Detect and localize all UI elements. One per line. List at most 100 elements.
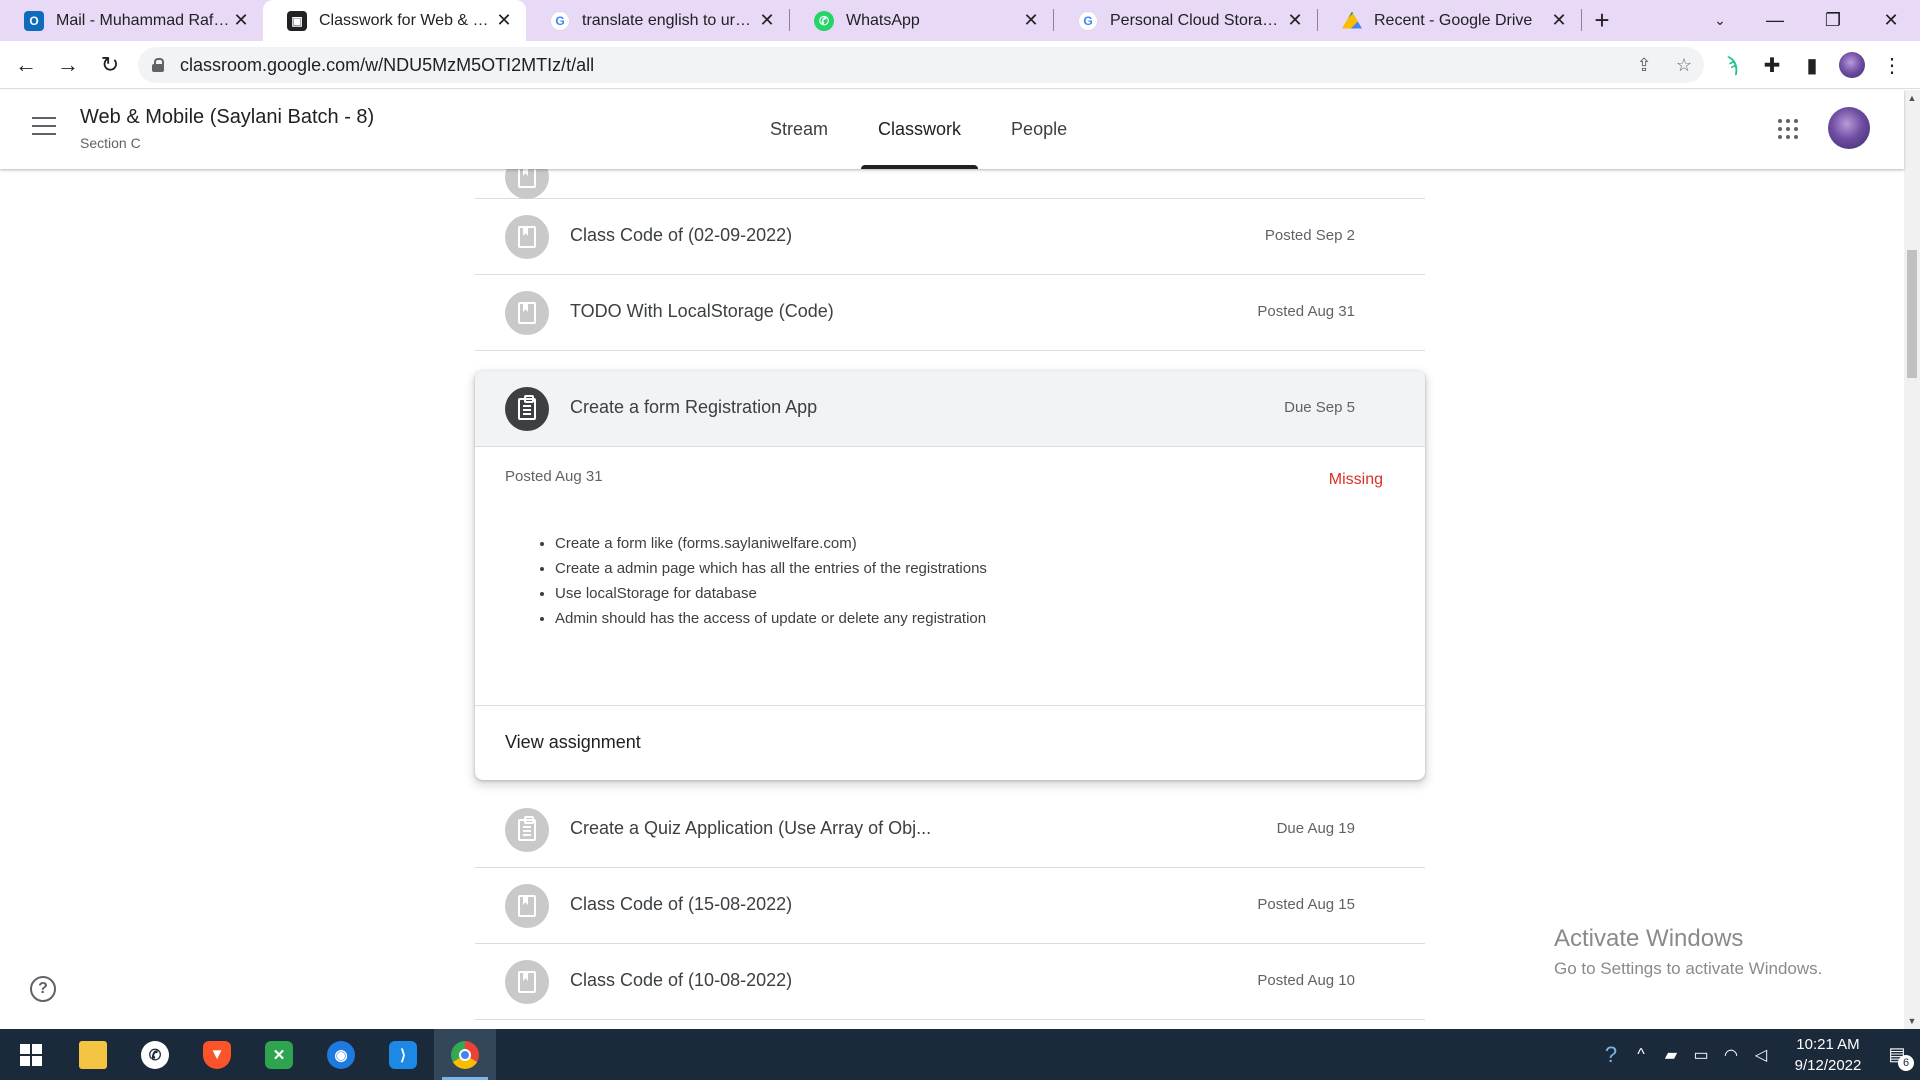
help-icon[interactable]: ?: [30, 976, 56, 1002]
lock-icon[interactable]: [152, 58, 164, 72]
close-tab-icon[interactable]: ✕: [1285, 10, 1305, 31]
course-title[interactable]: Web & Mobile (Saylani Batch - 8): [80, 106, 374, 129]
instruction-item: Create a admin page which has all the en…: [555, 556, 987, 581]
list-item[interactable]: Class Code of (02-09-2022) Posted Sep 2: [475, 199, 1425, 275]
material-icon: [505, 169, 549, 199]
main-menu-icon[interactable]: [32, 117, 56, 135]
url-text[interactable]: classroom.google.com/w/NDU5MzM5OTI2MTIz/…: [180, 55, 1624, 76]
course-section: Section C: [80, 135, 141, 151]
material-icon: [505, 960, 549, 1004]
list-item[interactable]: Class Code of (10-08-2022) Posted Aug 10: [475, 944, 1425, 1020]
help-tray-icon[interactable]: ?: [1596, 1042, 1626, 1068]
item-date: Posted Aug 31: [1257, 303, 1355, 320]
app-tray-icon[interactable]: ▰: [1656, 1045, 1686, 1065]
tab-people[interactable]: People: [986, 90, 1092, 169]
tab-classwork[interactable]: Classwork: [853, 90, 986, 169]
tab-title: translate english to urdu - C: [582, 11, 757, 29]
close-tab-icon[interactable]: ✕: [757, 10, 777, 31]
account-avatar[interactable]: [1828, 107, 1870, 149]
reload-icon[interactable]: ↻: [90, 45, 130, 85]
item-title[interactable]: TODO With LocalStorage (Code): [570, 301, 834, 322]
due-date: Due Sep 5: [1284, 399, 1355, 416]
taskbar-firefox[interactable]: ◉: [310, 1029, 372, 1080]
item-title[interactable]: Class Code of (15-08-2022): [570, 894, 792, 915]
browser-tab-mail[interactable]: O Mail - Muhammad Rafay - C ✕: [0, 0, 263, 41]
list-item[interactable]: Create a Quiz Application (Use Array of …: [475, 792, 1425, 868]
show-hidden-icons-chevron-icon[interactable]: ^: [1626, 1046, 1656, 1064]
item-title[interactable]: Class Code of (10-08-2022): [570, 970, 792, 991]
back-icon[interactable]: ←: [6, 45, 46, 85]
browser-tab-whatsapp[interactable]: ✆ WhatsApp ✕: [790, 0, 1053, 41]
browser-tab-classwork[interactable]: ▣ Classwork for Web & Mobil ✕: [263, 0, 526, 41]
taskbar-brave[interactable]: ▼: [186, 1029, 248, 1080]
item-date: Due Aug 19: [1276, 820, 1355, 837]
clock-time: 10:21 AM: [1796, 1035, 1860, 1053]
browser-tab-cloud-storage[interactable]: G Personal Cloud Storage & F ✕: [1054, 0, 1317, 41]
google-apps-icon[interactable]: [1778, 119, 1798, 139]
view-assignment-link[interactable]: View assignment: [505, 732, 641, 753]
window-controls: — ❐ ✕: [1746, 0, 1920, 41]
firefox-icon: ◉: [327, 1040, 355, 1069]
tab-search-chevron-icon[interactable]: ⌄: [1705, 0, 1735, 41]
scroll-down-icon[interactable]: ▼: [1904, 1013, 1920, 1029]
taskbar-file-explorer[interactable]: [62, 1029, 124, 1080]
side-panel-icon[interactable]: ▮: [1792, 45, 1832, 85]
list-item[interactable]: Class Code of (15-08-2022) Posted Aug 15: [475, 868, 1425, 944]
system-clock[interactable]: 10:21 AM 9/12/2022: [1782, 1034, 1874, 1076]
bookmark-star-icon[interactable]: ☆: [1664, 55, 1704, 76]
taskbar-vscode[interactable]: ⟩: [372, 1029, 434, 1080]
taskbar-whatsapp[interactable]: ✆: [124, 1029, 186, 1080]
material-icon: [505, 291, 549, 335]
tab-stream[interactable]: Stream: [745, 90, 853, 169]
close-tab-icon[interactable]: ✕: [494, 10, 514, 31]
item-date: Posted Aug 15: [1257, 896, 1355, 913]
close-tab-icon[interactable]: ✕: [1549, 10, 1569, 31]
close-tab-icon[interactable]: ✕: [1021, 10, 1041, 31]
list-item[interactable]: [475, 169, 1425, 199]
restore-icon[interactable]: ❐: [1804, 0, 1862, 41]
volume-icon[interactable]: ◁: [1746, 1045, 1776, 1065]
assignment-title[interactable]: Create a form Registration App: [570, 397, 817, 418]
google-icon: G: [1078, 10, 1098, 31]
browser-tab-translate[interactable]: G translate english to urdu - C ✕: [526, 0, 789, 41]
activate-windows-watermark: Activate Windows Go to Settings to activ…: [1554, 925, 1822, 979]
browser-toolbar: ← → ↻ classroom.google.com/w/NDU5MzM5OTI…: [0, 41, 1920, 89]
item-date: Posted Aug 10: [1257, 972, 1355, 989]
forward-icon[interactable]: →: [48, 45, 88, 85]
instruction-item: Create a form like (forms.saylaniwelfare…: [555, 531, 987, 556]
address-bar[interactable]: classroom.google.com/w/NDU5MzM5OTI2MTIz/…: [138, 47, 1704, 83]
close-tab-icon[interactable]: ✕: [231, 10, 251, 31]
wifi-icon[interactable]: ◠: [1716, 1045, 1746, 1065]
profile-avatar[interactable]: [1832, 45, 1872, 85]
assignment-header[interactable]: Create a form Registration App Due Sep 5: [475, 371, 1425, 447]
system-tray: ? ^ ▰ ▭ ◠ ◁ 10:21 AM 9/12/2022 ▤ 6: [1596, 1029, 1920, 1080]
extensions-puzzle-icon[interactable]: ✚: [1752, 45, 1792, 85]
instructions-list: Create a form like (forms.saylaniwelfare…: [555, 531, 987, 631]
share-icon[interactable]: ⇪: [1624, 55, 1664, 76]
brave-icon: ▼: [203, 1040, 231, 1069]
browser-tab-drive[interactable]: Recent - Google Drive ✕: [1318, 0, 1581, 41]
assignment-details: Posted Aug 31 Missing Create a form like…: [475, 447, 1425, 706]
taskbar-chrome[interactable]: [434, 1029, 496, 1080]
new-tab-button[interactable]: +: [1582, 0, 1622, 41]
scroll-up-icon[interactable]: ▲: [1904, 90, 1920, 106]
whatsapp-icon: ✆: [814, 10, 834, 31]
item-title[interactable]: Create a Quiz Application (Use Array of …: [570, 818, 931, 839]
minimize-icon[interactable]: —: [1746, 0, 1804, 41]
notifications-icon[interactable]: ▤ 6: [1874, 1044, 1920, 1071]
start-button[interactable]: [0, 1029, 62, 1080]
classwork-list: Class Code of (02-09-2022) Posted Sep 2 …: [475, 169, 1425, 1020]
scrollbar-thumb[interactable]: [1907, 250, 1917, 378]
item-title[interactable]: Class Code of (02-09-2022): [570, 225, 792, 246]
google-icon: G: [550, 10, 570, 31]
extension-icon[interactable]: ϡ: [1712, 45, 1752, 85]
list-item[interactable]: TODO With LocalStorage (Code) Posted Aug…: [475, 275, 1425, 351]
close-window-icon[interactable]: ✕: [1862, 0, 1920, 41]
vscode-icon: ⟩: [389, 1040, 417, 1069]
whatsapp-icon: ✆: [141, 1040, 169, 1069]
classroom-icon: ▣: [287, 10, 307, 31]
taskbar-app[interactable]: ✕: [248, 1029, 310, 1080]
battery-icon[interactable]: ▭: [1686, 1045, 1716, 1065]
page-scrollbar[interactable]: ▲ ▼: [1904, 90, 1920, 1029]
browser-menu-icon[interactable]: ⋮: [1872, 45, 1912, 85]
